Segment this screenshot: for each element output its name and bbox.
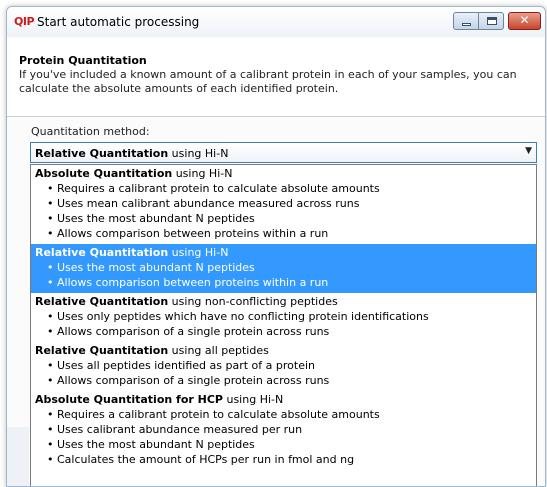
method-option-bullets: Uses the most abundant N peptidesAllows … — [35, 260, 532, 290]
method-option-title: Absolute Quantitation using Hi-N — [35, 166, 532, 181]
method-option-qualifier: using non-conflicting peptides — [168, 295, 338, 308]
method-option-bullet: Allows comparison of a single protein ac… — [47, 373, 532, 388]
method-option-bullet: Requires a calibrant protein to calculat… — [47, 407, 532, 422]
dropdown-arrow-icon[interactable]: ▼ — [525, 146, 532, 156]
method-option[interactable]: Absolute Quantitation for HCP using Hi-N… — [31, 391, 536, 470]
method-option-bullets: Requires a calibrant protein to calculat… — [35, 181, 532, 241]
selected-method-bold: Relative Quantitation — [35, 147, 169, 160]
method-option[interactable]: Relative Quantitation using non-conflict… — [31, 293, 536, 342]
background-panel — [7, 427, 29, 486]
method-option-qualifier: using Hi-N — [168, 246, 229, 259]
section-header: Protein Quantitation If you've included … — [7, 37, 545, 117]
dialog-window: QIP Start automatic processing ✕ Protein… — [6, 6, 546, 487]
method-option-qualifier: using Hi-N — [222, 393, 284, 406]
method-option-bullet: Uses all peptides identified as part of … — [47, 358, 532, 373]
method-option-name: Relative Quantitation — [35, 344, 169, 357]
selected-method-value: Relative Quantitation using Hi-N — [35, 147, 228, 160]
method-option-bullet: Uses the most abundant N peptides — [47, 211, 532, 226]
minimize-icon — [454, 13, 478, 29]
method-dropdown-list[interactable]: Absolute Quantitation using Hi-NRequires… — [30, 164, 537, 486]
method-option-title: Relative Quantitation using Hi-N — [35, 245, 532, 260]
method-option-bullets: Uses all peptides identified as part of … — [35, 358, 532, 388]
method-option-bullet: Requires a calibrant protein to calculat… — [47, 181, 532, 196]
method-option-name: Relative Quantitation — [35, 295, 169, 308]
method-option-bullet: Uses calibrant abundance measured per ru… — [47, 422, 532, 437]
method-option-name: Relative Quantitation — [35, 246, 169, 259]
method-option[interactable]: Absolute Quantitation using Hi-NRequires… — [31, 165, 536, 244]
method-option-bullet: Allows comparison between proteins withi… — [47, 275, 532, 290]
app-logo-icon: QIP — [14, 15, 35, 28]
maximize-icon — [479, 13, 503, 29]
section-description: If you've included a known amount of a c… — [19, 68, 517, 95]
quantitation-method-select[interactable]: Relative Quantitation using Hi-N ▼ — [30, 142, 537, 163]
title-bar[interactable]: QIP Start automatic processing ✕ — [7, 7, 545, 37]
method-option-title: Relative Quantitation using all peptides — [35, 343, 532, 358]
method-option-bullet: Uses mean calibrant abundance measured a… — [47, 196, 532, 211]
method-option-qualifier: using all peptides — [168, 344, 269, 357]
method-option[interactable]: Relative Quantitation using Hi-NUses the… — [31, 244, 536, 293]
method-option-qualifier: using Hi-N — [172, 167, 233, 180]
method-option-bullet: Uses the most abundant N peptides — [47, 260, 532, 275]
method-option-bullets: Requires a calibrant protein to calculat… — [35, 407, 532, 467]
window-title: Start automatic processing — [37, 15, 200, 29]
method-option-bullet: Uses only peptides which have no conflic… — [47, 309, 532, 324]
method-option-name: Absolute Quantitation — [35, 167, 173, 180]
method-option-bullets: Uses only peptides which have no conflic… — [35, 309, 532, 339]
method-option-bullet: Allows comparison between proteins withi… — [47, 226, 532, 241]
minimize-button[interactable] — [453, 12, 479, 30]
method-option-bullet: Uses the most abundant N peptides — [47, 437, 532, 452]
maximize-button[interactable] — [478, 12, 504, 30]
section-title: Protein Quantitation — [19, 54, 147, 67]
close-icon: ✕ — [519, 13, 530, 27]
quantitation-method-label: Quantitation method: — [31, 125, 150, 138]
method-option-bullet: Allows comparison of a single protein ac… — [47, 324, 532, 339]
method-option-title: Relative Quantitation using non-conflict… — [35, 294, 532, 309]
method-option-title: Absolute Quantitation for HCP using Hi-N — [35, 392, 532, 407]
method-option[interactable]: Relative Quantitation using all peptides… — [31, 342, 536, 391]
close-button[interactable]: ✕ — [508, 12, 541, 30]
selected-method-rest: using Hi-N — [168, 147, 229, 160]
method-option-name: Absolute Quantitation for HCP — [35, 393, 223, 406]
method-option-bullet: Calculates the amount of HCPs per run in… — [47, 452, 532, 467]
